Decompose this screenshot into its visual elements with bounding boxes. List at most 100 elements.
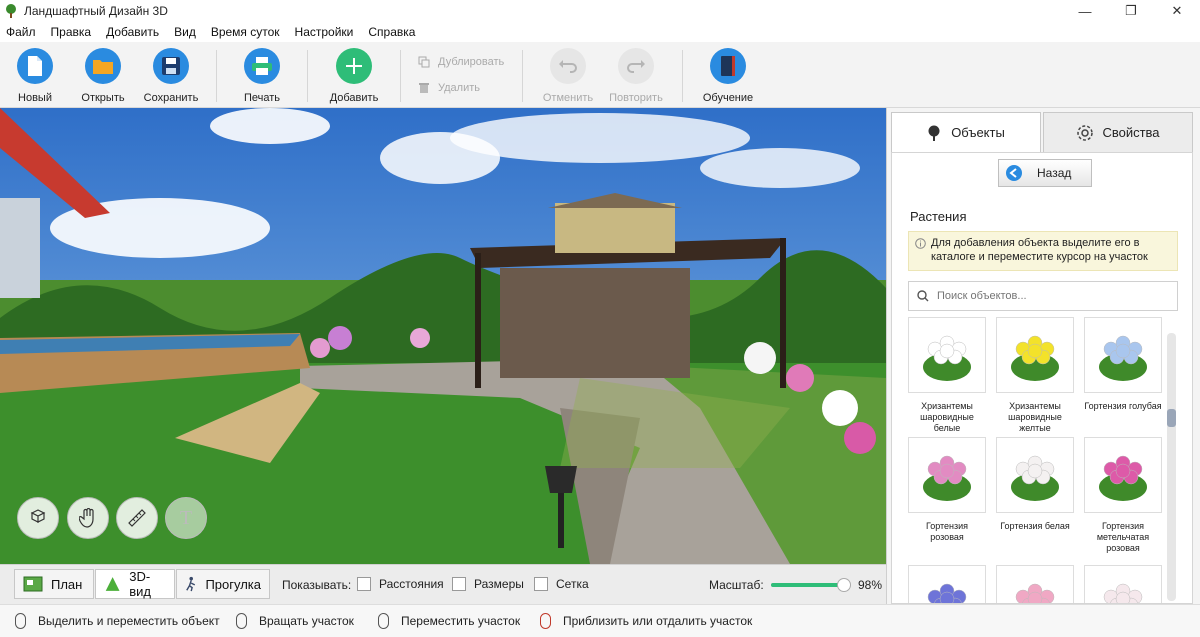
tutorial-button[interactable]: Обучение [693, 48, 763, 104]
plant-thumbnail [1084, 565, 1162, 603]
new-button[interactable]: Новый [0, 48, 70, 104]
trash-icon [419, 83, 429, 93]
tutorial-label: Обучение [702, 92, 754, 104]
flower-icon [923, 335, 971, 381]
undo-button[interactable]: Отменить [533, 48, 603, 104]
flower-blossom [1115, 463, 1131, 479]
hint-select-move-text: Выделить и переместить объект [38, 614, 220, 628]
ruler-icon [128, 509, 146, 527]
delete-button[interactable]: Удалить [418, 82, 480, 94]
menu-view[interactable]: Вид [174, 25, 196, 39]
scrollbar-thumb[interactable] [1167, 409, 1176, 427]
mouse-right-icon [236, 613, 247, 629]
menu-add[interactable]: Добавить [106, 25, 159, 39]
plant-card[interactable]: Гортензия розовая [908, 437, 986, 543]
toolbar-separator [216, 50, 217, 102]
status-bar: Выделить и переместить объект Вращать уч… [0, 604, 1200, 637]
scale-slider-handle[interactable] [837, 578, 852, 592]
menu-bar: Файл Правка Добавить Вид Время суток Нас… [0, 22, 1200, 42]
cubes-icon [30, 509, 46, 523]
scale-slider-fill [771, 583, 848, 587]
grid-checkbox[interactable]: Сетка [534, 577, 589, 591]
info-icon [915, 238, 926, 249]
duplicate-button[interactable]: Дублировать [418, 56, 504, 68]
scale-value: 98% [858, 578, 883, 592]
menu-edit[interactable]: Правка [51, 25, 92, 39]
flower-blossom [939, 343, 955, 359]
floppy-icon [153, 48, 189, 84]
flower-blossom [1027, 463, 1043, 479]
plant-card[interactable]: Гортензия голубая [1084, 317, 1162, 412]
catalog-scrollbar[interactable] [1167, 333, 1176, 601]
print-button[interactable]: Печать [227, 48, 297, 104]
plant-card[interactable]: Хризантемы шаровидные белые [908, 317, 986, 434]
hint-select-move: Выделить и переместить объект [15, 613, 220, 629]
flower-blossom [1027, 343, 1043, 359]
plus-icon [336, 48, 372, 84]
3d-viewport[interactable]: T [0, 108, 886, 564]
redo-button[interactable]: Повторить [601, 48, 671, 104]
distances-checkbox[interactable]: Расстояния [357, 577, 444, 591]
plant-card[interactable] [996, 565, 1074, 603]
walk-view-button[interactable]: Прогулка [176, 569, 270, 599]
plant-card[interactable]: Хризантемы шаровидные желтые [996, 317, 1074, 434]
back-arrow-icon [1006, 165, 1022, 181]
plant-thumbnail [996, 565, 1074, 603]
duplicate-icon [418, 56, 430, 68]
plant-name: Гортензия метельчатая розовая [1096, 521, 1150, 553]
plant-thumbnail [908, 317, 986, 393]
hint-pan: Переместить участок [378, 613, 520, 629]
back-label: Назад [1037, 166, 1072, 180]
flower-icon [1099, 335, 1147, 381]
menu-time-of-day[interactable]: Время суток [211, 25, 280, 39]
info-text: Для добавления объекта выделите его в ка… [931, 237, 1148, 263]
tab-objects[interactable]: Объекты [891, 112, 1041, 152]
hint-rotate-text: Вращать участок [259, 614, 354, 628]
printer-icon [244, 48, 280, 84]
menu-settings[interactable]: Настройки [295, 25, 354, 39]
add-button[interactable]: Добавить [319, 48, 389, 104]
pan-tool[interactable] [67, 497, 109, 539]
flower-icon [1099, 455, 1147, 501]
minimize-button[interactable]: — [1062, 0, 1108, 22]
maximize-button[interactable]: ❐ [1108, 0, 1154, 22]
new-label: Новый [18, 92, 52, 104]
plant-card[interactable] [908, 565, 986, 603]
plan-view-button[interactable]: План [14, 569, 94, 599]
sizes-checkbox[interactable]: Размеры [452, 577, 524, 591]
open-button[interactable]: Открыть [68, 48, 138, 104]
open-label: Открыть [81, 92, 125, 104]
tree-icon [928, 125, 940, 141]
select-objects-tool[interactable] [17, 497, 59, 539]
tab-properties-label: Свойства [1102, 125, 1160, 140]
view-bar: План 3D-вид Прогулка Показывать: Расстоя… [0, 564, 886, 604]
search-input[interactable] [937, 290, 1167, 302]
tab-objects-label: Объекты [951, 125, 1005, 140]
hint-rotate: Вращать участок [236, 613, 354, 629]
search-box[interactable] [908, 281, 1178, 311]
delete-label: Удалить [438, 82, 480, 94]
garden-scene [0, 108, 886, 564]
close-button[interactable]: ✕ [1154, 0, 1200, 22]
ruler-tool[interactable] [116, 497, 158, 539]
back-button[interactable]: Назад [998, 159, 1092, 187]
scale-label: Масштаб: [709, 578, 764, 592]
plant-card[interactable] [1084, 565, 1162, 603]
plant-thumbnail [996, 317, 1074, 393]
redo-icon [618, 48, 654, 84]
plant-card[interactable]: Гортензия метельчатая розовая [1084, 437, 1162, 554]
menu-help[interactable]: Справка [368, 25, 415, 39]
folder-icon [85, 48, 121, 84]
text-tool[interactable]: T [165, 497, 207, 539]
duplicate-label: Дублировать [438, 56, 505, 68]
toolbar-separator [400, 50, 401, 102]
save-button[interactable]: Сохранить [136, 48, 206, 104]
distances-label: Расстояния [379, 577, 444, 591]
plant-card[interactable]: Гортензия белая [996, 437, 1074, 532]
menu-file[interactable]: Файл [6, 25, 36, 39]
tab-properties[interactable]: Свойства [1043, 112, 1193, 152]
save-label: Сохранить [143, 92, 199, 104]
plant-name: Хризантемы шаровидные желтые [1008, 401, 1062, 433]
scale-slider-track[interactable] [771, 578, 852, 592]
3d-view-button[interactable]: 3D-вид [95, 569, 175, 599]
